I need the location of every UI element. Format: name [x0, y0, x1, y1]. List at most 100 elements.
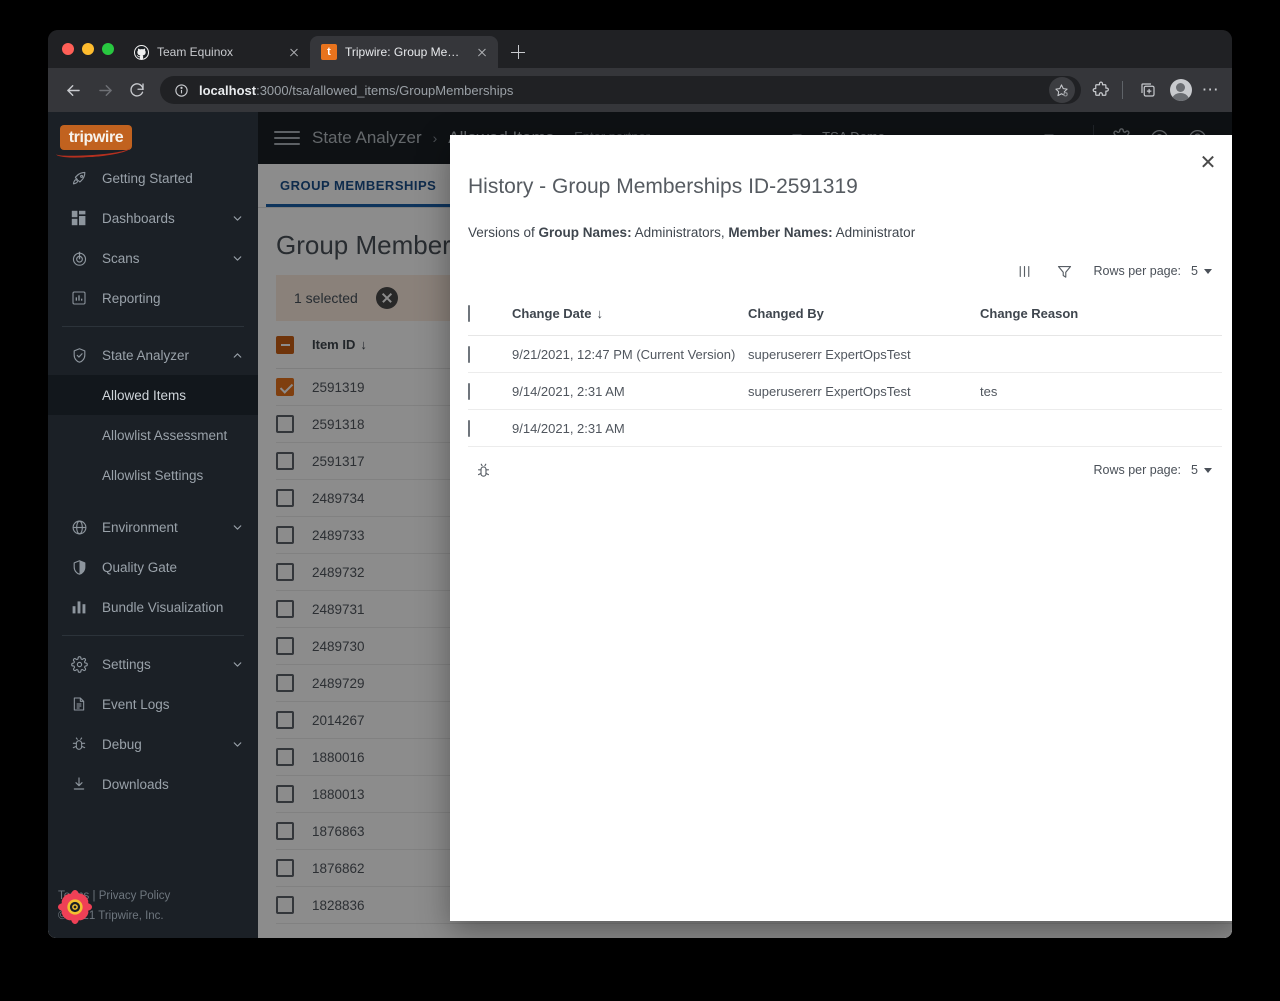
sidebar-item-dashboards[interactable]: Dashboards	[48, 198, 258, 238]
window-maximize-button[interactable]	[102, 43, 114, 55]
tab-close-icon[interactable]	[286, 44, 302, 60]
tripwire-logo[interactable]: tripwire	[55, 125, 132, 159]
columns-icon[interactable]	[1013, 260, 1035, 282]
address-input[interactable]: localhost:3000/tsa/allowed_items/GroupMe…	[160, 76, 1081, 104]
star-add-icon[interactable]	[1048, 77, 1075, 103]
sidebar-subitem-label: Allowlist Assessment	[102, 427, 228, 443]
history-row[interactable]: 9/21/2021, 12:47 PM (Current Version) sup…	[468, 336, 1222, 373]
footer-separator: |	[92, 889, 96, 902]
close-icon[interactable]: ✕	[1192, 147, 1224, 179]
rows-per-page-value: 5	[1191, 264, 1198, 278]
rocket-icon	[70, 170, 88, 187]
window-close-button[interactable]	[62, 43, 74, 55]
globe-icon	[70, 519, 88, 536]
chevron-down-icon[interactable]	[230, 212, 244, 225]
table-toolbar: Rows per page: 5	[450, 240, 1232, 292]
sidebar-item-state-analyzer[interactable]: State Analyzer	[48, 335, 258, 375]
history-table: Change Date ↓ Changed By Change Reason 9/…	[450, 292, 1232, 447]
radar-icon	[70, 250, 88, 267]
sidebar-item-label: Environment	[102, 519, 178, 535]
rows-per-page-top[interactable]: Rows per page: 5	[1093, 264, 1212, 278]
row-checkbox[interactable]	[468, 419, 470, 437]
toolbar-divider	[1121, 81, 1123, 99]
rows-per-page-label: Rows per page:	[1093, 463, 1182, 477]
browser-tab-tripwire[interactable]: t Tripwire: Group Memberships	[310, 36, 498, 68]
bar-chart-icon	[70, 290, 88, 306]
chevron-down-icon[interactable]	[230, 738, 244, 751]
chevron-up-icon[interactable]	[230, 349, 244, 362]
sidebar-item-downloads[interactable]: Downloads	[48, 764, 258, 804]
sidebar-item-settings[interactable]: Settings	[48, 644, 258, 684]
sidebar-subitem-label: Allowed Items	[102, 387, 187, 403]
sidebar-item-environment[interactable]: Environment	[48, 507, 258, 547]
dashboard-grid-icon	[70, 210, 88, 226]
column-header-change-date[interactable]: Change Date ↓	[512, 306, 748, 321]
browser-window: Team Equinox t Tripwire: Group Membershi…	[48, 30, 1232, 938]
sidebar-item-label: Bundle Visualization	[102, 599, 224, 615]
back-button[interactable]	[58, 75, 88, 105]
column-header-change-reason[interactable]: Change Reason	[980, 306, 1222, 321]
sidebar-item-bundle-visualization[interactable]: Bundle Visualization	[48, 587, 258, 627]
history-row[interactable]: 9/14/2021, 2:31 AM	[468, 410, 1222, 447]
table-header-row: Change Date ↓ Changed By Change Reason	[468, 292, 1222, 336]
tab-collections-icon[interactable]	[1134, 76, 1162, 104]
sidebar-item-event-logs[interactable]: Event Logs	[48, 684, 258, 724]
privacy-policy-link[interactable]: Privacy Policy	[99, 890, 171, 902]
row-checkbox[interactable]	[468, 345, 470, 363]
sidebar-item-allowed-items[interactable]: Allowed Items	[48, 375, 258, 415]
extensions-puzzle-icon[interactable]	[1087, 76, 1115, 104]
chevron-down-icon	[1204, 268, 1212, 274]
shield-check-icon	[70, 347, 88, 364]
sidebar-item-label: Downloads	[102, 776, 169, 792]
select-all-checkbox[interactable]	[468, 305, 470, 322]
cell-change-date: 9/21/2021, 12:47 PM (Current Version)	[512, 346, 736, 362]
document-lines-icon	[70, 696, 88, 712]
app-badge-flower-icon[interactable]	[58, 890, 92, 924]
sidebar-item-reporting[interactable]: Reporting	[48, 278, 258, 318]
subtitle-value-group-names: Administrators,	[631, 225, 729, 240]
sidebar-item-quality-gate[interactable]: Quality Gate	[48, 547, 258, 587]
sidebar-item-label: Debug	[102, 736, 142, 752]
history-table-body: 9/21/2021, 12:47 PM (Current Version) sup…	[468, 336, 1222, 447]
sidebar-item-label: Dashboards	[102, 210, 175, 226]
subtitle-label-group-names: Group Names:	[538, 225, 632, 240]
cell-changed-by: superusererr ExpertOpsTest	[748, 346, 911, 362]
bug-icon[interactable]	[472, 459, 494, 481]
rows-per-page-value: 5	[1191, 463, 1198, 477]
sidebar-item-debug[interactable]: Debug	[48, 724, 258, 764]
github-icon	[133, 44, 149, 60]
bug-icon	[70, 736, 88, 752]
address-url-text: localhost:3000/tsa/allowed_items/GroupMe…	[199, 82, 514, 98]
row-checkbox[interactable]	[468, 382, 470, 400]
browser-tab-team-equinox[interactable]: Team Equinox	[122, 36, 310, 68]
info-icon	[172, 81, 190, 99]
column-header-changed-by[interactable]: Changed By	[748, 306, 980, 321]
filter-funnel-icon[interactable]	[1053, 260, 1075, 282]
rows-per-page-label: Rows per page:	[1093, 264, 1182, 278]
reload-button[interactable]	[122, 75, 152, 105]
sidebar-item-label: Quality Gate	[102, 559, 178, 575]
sidebar-item-allowlist-settings[interactable]: Allowlist Settings	[48, 455, 258, 495]
more-menu-icon[interactable]: ⋯	[1202, 80, 1220, 100]
cell-change-date: 9/14/2021, 2:31 AM	[512, 420, 625, 436]
sort-descending-icon: ↓	[596, 306, 603, 321]
sidebar-item-scans[interactable]: Scans	[48, 238, 258, 278]
tab-close-icon[interactable]	[474, 44, 490, 60]
logo-swoosh	[55, 143, 131, 159]
main-content-area: State Analyzer › Allowed Items Enter par…	[258, 112, 1232, 938]
subtitle-value-member-names: Administrator	[832, 225, 916, 240]
download-icon	[70, 776, 88, 792]
sidebar-item-getting-started[interactable]: Getting Started	[48, 158, 258, 198]
chevron-down-icon[interactable]	[230, 252, 244, 265]
rows-per-page-bottom[interactable]: Rows per page: 5	[1093, 463, 1212, 477]
forward-button[interactable]	[90, 75, 120, 105]
sidebar-item-label: Scans	[102, 250, 140, 266]
new-tab-button[interactable]	[504, 38, 532, 66]
chevron-down-icon[interactable]	[230, 658, 244, 671]
history-row[interactable]: 9/14/2021, 2:31 AM superusererr ExpertOps…	[468, 373, 1222, 410]
profile-avatar[interactable]	[1169, 79, 1192, 101]
cell-changed-by: superusererr ExpertOpsTest	[748, 383, 911, 399]
window-minimize-button[interactable]	[82, 43, 94, 55]
sidebar-item-allowlist-assessment[interactable]: Allowlist Assessment	[48, 415, 258, 455]
chevron-down-icon[interactable]	[230, 521, 244, 534]
